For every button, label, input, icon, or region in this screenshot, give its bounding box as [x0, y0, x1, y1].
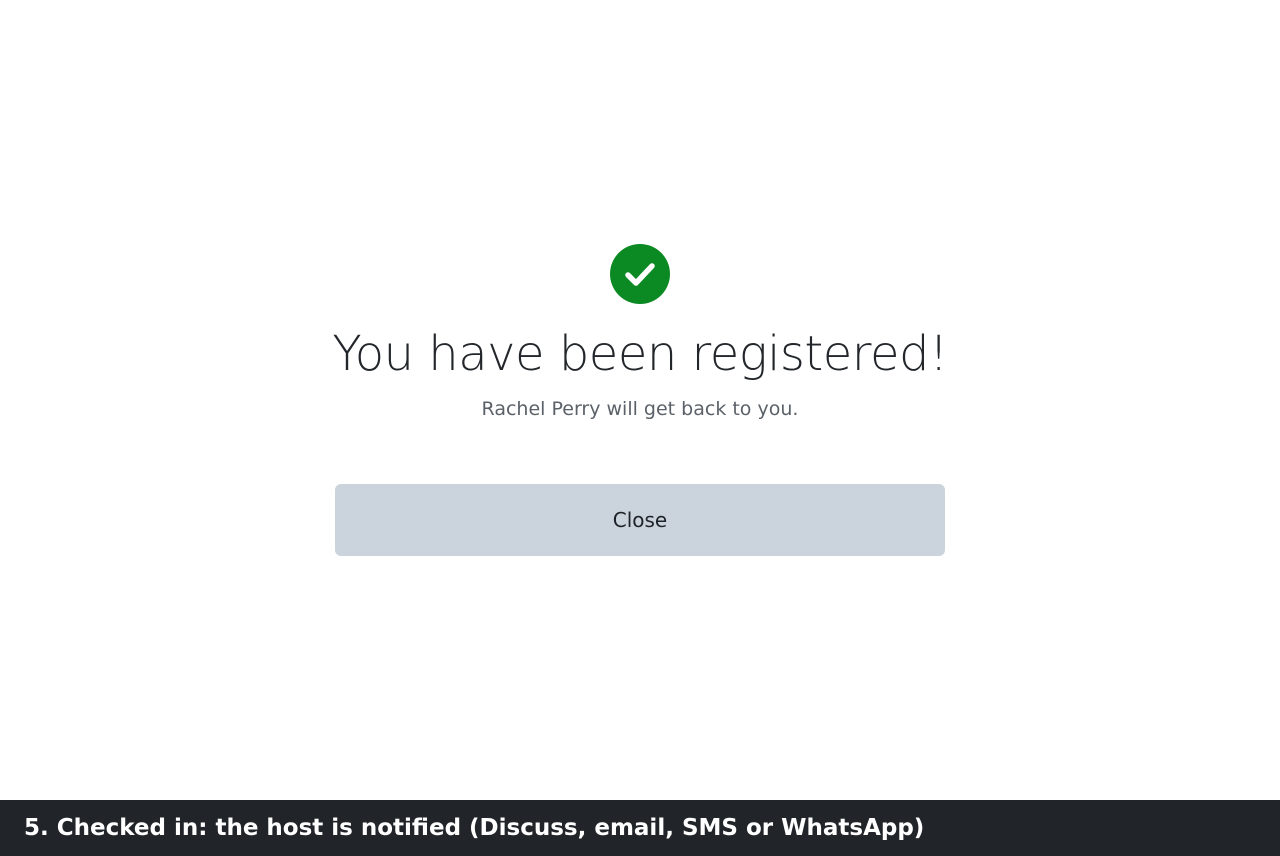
caption-bar: 5. Checked in: the host is notified (Dis…: [0, 800, 1280, 856]
caption-text: 5. Checked in: the host is notified (Dis…: [24, 815, 925, 841]
close-button[interactable]: Close: [335, 484, 945, 556]
confirmation-title: You have been registered!: [332, 326, 948, 382]
confirmation-screen: You have been registered! Rachel Perry w…: [0, 0, 1280, 800]
checkmark-icon: [625, 263, 655, 286]
kiosk-page: You have been registered! Rachel Perry w…: [0, 0, 1280, 856]
close-button-label: Close: [612, 508, 668, 532]
confirmation-message: Rachel Perry will get back to you.: [481, 398, 799, 420]
check-circle-icon: [610, 244, 670, 304]
